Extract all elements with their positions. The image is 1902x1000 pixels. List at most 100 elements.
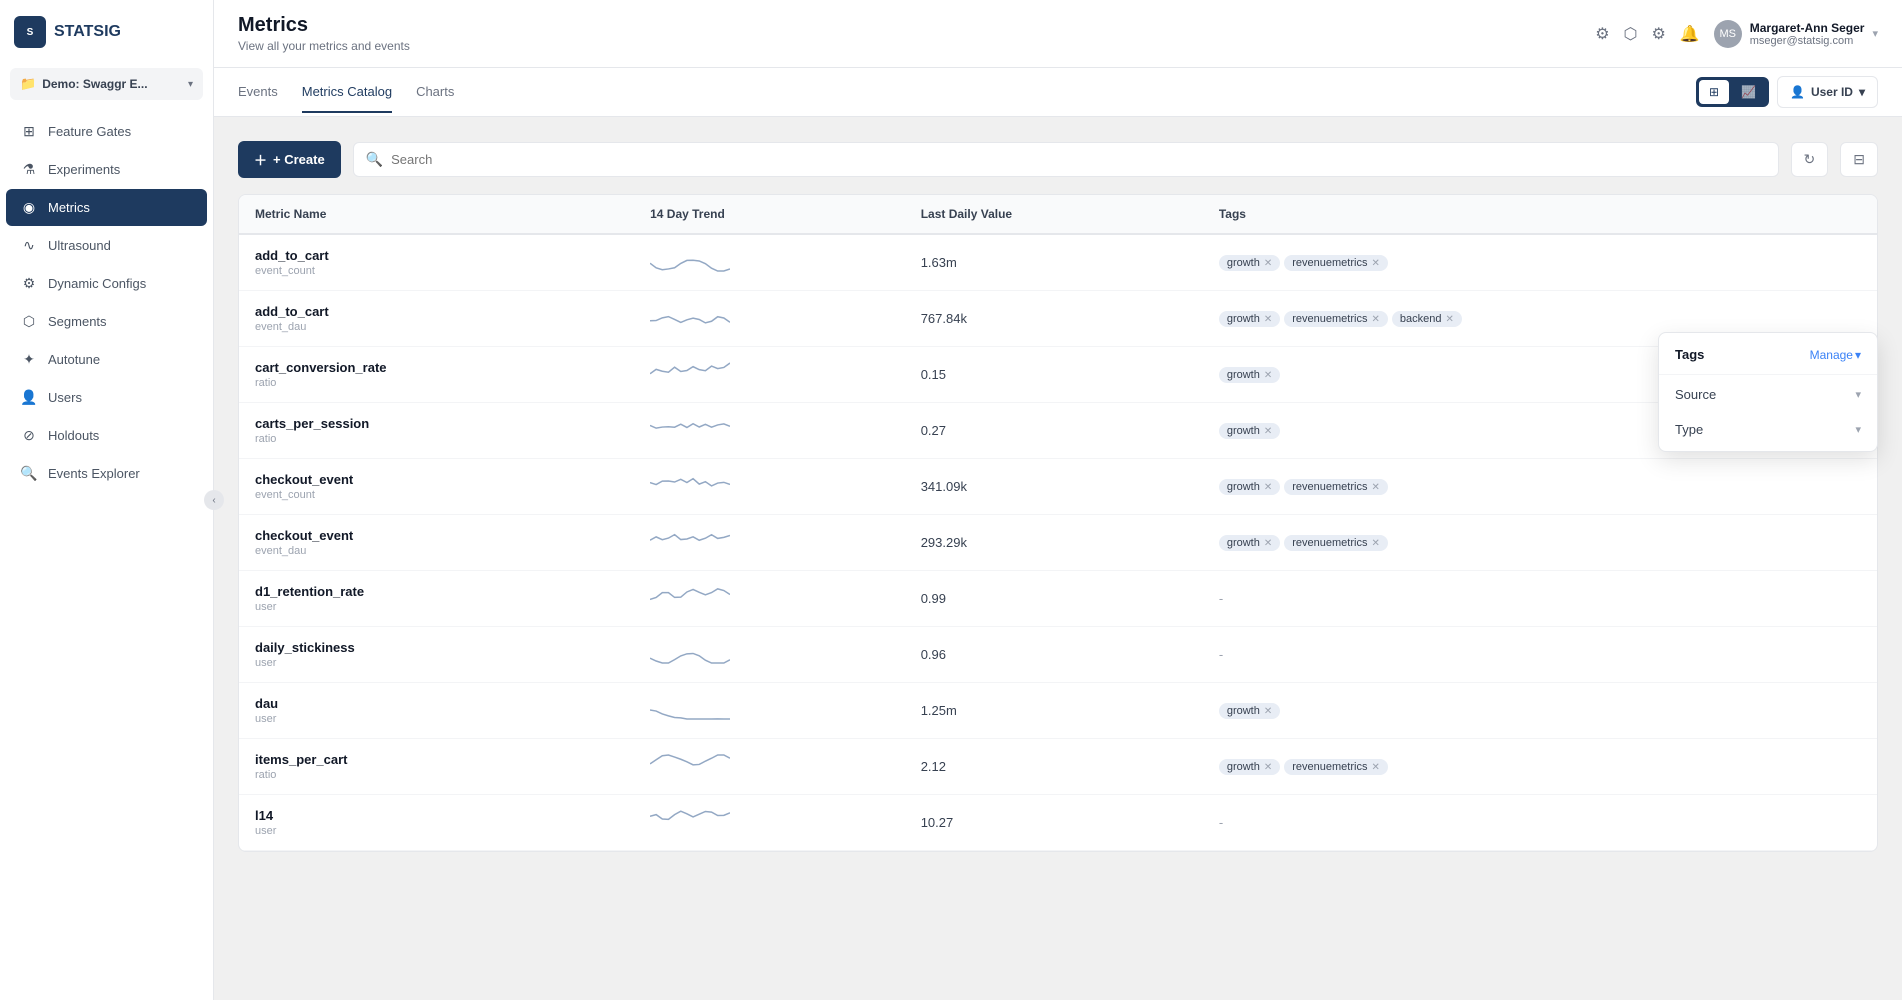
refresh-button[interactable]: ↻ bbox=[1791, 142, 1829, 177]
sidebar-item-metrics[interactable]: ◉ Metrics bbox=[6, 189, 207, 226]
tag-remove-icon[interactable]: ✕ bbox=[1264, 258, 1272, 269]
dropdown-item-source[interactable]: Source ▾ bbox=[1659, 377, 1877, 412]
col-metric-name[interactable]: Metric Name bbox=[239, 195, 634, 234]
metric-name: checkout_event bbox=[255, 528, 618, 543]
metric-value: 0.15 bbox=[905, 347, 1203, 403]
metric-sub: ratio bbox=[255, 769, 618, 781]
table-row[interactable]: checkout_eventevent_dau293.29kgrowth ✕re… bbox=[239, 515, 1877, 571]
user-name: Margaret-Ann Seger bbox=[1750, 21, 1865, 35]
metric-value: 293.29k bbox=[905, 515, 1203, 571]
sidebar-label-feature-gates: Feature Gates bbox=[48, 124, 131, 139]
sidebar-item-experiments[interactable]: ⚗ Experiments bbox=[6, 151, 207, 188]
table-row[interactable]: l14user10.27- bbox=[239, 795, 1877, 851]
tag: growth ✕ bbox=[1219, 479, 1280, 495]
metric-tags: - bbox=[1203, 571, 1877, 627]
metric-trend bbox=[634, 627, 905, 683]
sparkline-svg bbox=[650, 527, 730, 555]
table-row[interactable]: items_per_cartratio2.12growth ✕revenueme… bbox=[239, 739, 1877, 795]
metric-sub: user bbox=[255, 713, 618, 725]
metric-tags: growth ✕revenuemetrics ✕ bbox=[1203, 515, 1877, 571]
share-icon[interactable]: ⬡ bbox=[1624, 24, 1638, 44]
search-input[interactable] bbox=[391, 152, 1765, 167]
metric-sub: user bbox=[255, 657, 618, 669]
sidebar-label-dynamic-configs: Dynamic Configs bbox=[48, 276, 146, 291]
metric-trend bbox=[634, 571, 905, 627]
tag-remove-icon[interactable]: ✕ bbox=[1371, 314, 1379, 325]
tag-remove-icon[interactable]: ✕ bbox=[1264, 706, 1272, 717]
sidebar-item-users[interactable]: 👤 Users bbox=[6, 379, 207, 416]
tab-metrics-catalog[interactable]: Metrics Catalog bbox=[302, 72, 392, 113]
tag-remove-icon[interactable]: ✕ bbox=[1264, 314, 1272, 325]
table-row[interactable]: d1_retention_rateuser0.99- bbox=[239, 571, 1877, 627]
holdouts-icon: ⊘ bbox=[20, 427, 38, 444]
col-trend: 14 Day Trend bbox=[634, 195, 905, 234]
table-row[interactable]: daily_stickinessuser0.96- bbox=[239, 627, 1877, 683]
tag-remove-icon[interactable]: ✕ bbox=[1445, 314, 1453, 325]
sidebar-item-holdouts[interactable]: ⊘ Holdouts bbox=[6, 417, 207, 454]
tag-remove-icon[interactable]: ✕ bbox=[1264, 538, 1272, 549]
user-details: Margaret-Ann Seger mseger@statsig.com bbox=[1750, 21, 1865, 47]
metric-trend bbox=[634, 234, 905, 291]
autotune-icon: ✦ bbox=[20, 351, 38, 368]
manage-link[interactable]: Manage ▾ bbox=[1810, 348, 1861, 362]
user-info[interactable]: MS Margaret-Ann Seger mseger@statsig.com… bbox=[1714, 20, 1878, 48]
metric-tags: growth ✕ bbox=[1203, 683, 1877, 739]
sidebar-label-segments: Segments bbox=[48, 314, 107, 329]
userid-button[interactable]: 👤 User ID ▾ bbox=[1777, 76, 1878, 108]
metric-name: items_per_cart bbox=[255, 752, 618, 767]
filter-button[interactable]: ⊟ bbox=[1840, 142, 1878, 177]
userid-label: User ID bbox=[1811, 85, 1853, 99]
tab-events[interactable]: Events bbox=[238, 72, 278, 113]
settings-icon[interactable]: ⚙ bbox=[1595, 24, 1609, 44]
dropdown-item-type[interactable]: Type ▾ bbox=[1659, 412, 1877, 447]
table-row[interactable]: add_to_cartevent_dau767.84kgrowth ✕reven… bbox=[239, 291, 1877, 347]
tag: growth ✕ bbox=[1219, 367, 1280, 383]
sidebar-collapse-button[interactable]: ‹ bbox=[204, 490, 224, 510]
grid-view-button[interactable]: ⊞ bbox=[1699, 80, 1729, 104]
create-plus-icon: ＋ bbox=[254, 150, 267, 169]
tag-remove-icon[interactable]: ✕ bbox=[1264, 426, 1272, 437]
metric-sub: ratio bbox=[255, 377, 618, 389]
settings2-icon[interactable]: ⚙ bbox=[1652, 24, 1666, 44]
tag-remove-icon[interactable]: ✕ bbox=[1264, 370, 1272, 381]
tag-remove-icon[interactable]: ✕ bbox=[1371, 258, 1379, 269]
tag-remove-icon[interactable]: ✕ bbox=[1371, 762, 1379, 773]
metric-name: add_to_cart bbox=[255, 304, 618, 319]
toolbar: ＋ + Create 🔍 ↻ ⊟ bbox=[238, 141, 1878, 178]
bell-icon[interactable]: 🔔 bbox=[1680, 24, 1700, 44]
dropdown-header-tags: Tags Manage ▾ bbox=[1659, 337, 1877, 372]
table-row[interactable]: cart_conversion_rateratio0.15growth ✕ bbox=[239, 347, 1877, 403]
sidebar-item-autotune[interactable]: ✦ Autotune bbox=[6, 341, 207, 378]
metric-value: 341.09k bbox=[905, 459, 1203, 515]
tag-remove-icon[interactable]: ✕ bbox=[1264, 482, 1272, 493]
workspace-selector[interactable]: 📁 Demo: Swaggr E... ▾ bbox=[10, 68, 203, 100]
statsig-logo-text: STATSIG bbox=[54, 23, 121, 41]
tab-charts[interactable]: Charts bbox=[416, 72, 454, 113]
page-subtitle: View all your metrics and events bbox=[238, 39, 410, 53]
tag-remove-icon[interactable]: ✕ bbox=[1371, 538, 1379, 549]
sidebar-item-dynamic-configs[interactable]: ⚙ Dynamic Configs bbox=[6, 265, 207, 302]
metric-sub: user bbox=[255, 825, 618, 837]
table-row[interactable]: checkout_eventevent_count341.09kgrowth ✕… bbox=[239, 459, 1877, 515]
table-row[interactable]: dauuser1.25mgrowth ✕ bbox=[239, 683, 1877, 739]
metric-name: add_to_cart bbox=[255, 248, 618, 263]
content-area: ＋ + Create 🔍 ↻ ⊟ Metric Name 14 Day Tren… bbox=[214, 117, 1902, 1000]
metric-name: l14 bbox=[255, 808, 618, 823]
table-row[interactable]: add_to_cartevent_count1.63mgrowth ✕reven… bbox=[239, 234, 1877, 291]
sidebar-item-feature-gates[interactable]: ⊞ Feature Gates bbox=[6, 113, 207, 150]
metrics-table: Metric Name 14 Day Trend Last Daily Valu… bbox=[238, 194, 1878, 852]
sparkline-svg bbox=[650, 807, 730, 835]
tag: growth ✕ bbox=[1219, 255, 1280, 271]
table-row[interactable]: carts_per_sessionratio0.27growth ✕ bbox=[239, 403, 1877, 459]
metric-name: daily_stickiness bbox=[255, 640, 618, 655]
workspace-name: Demo: Swaggr E... bbox=[42, 77, 147, 91]
tag-remove-icon[interactable]: ✕ bbox=[1371, 482, 1379, 493]
tag: revenuemetrics ✕ bbox=[1284, 255, 1388, 271]
sidebar-item-ultrasound[interactable]: ∿ Ultrasound bbox=[6, 227, 207, 264]
metric-tags: growth ✕revenuemetrics ✕ bbox=[1203, 459, 1877, 515]
chart-view-button[interactable]: 📈 bbox=[1731, 80, 1766, 104]
create-button[interactable]: ＋ + Create bbox=[238, 141, 341, 178]
tag-remove-icon[interactable]: ✕ bbox=[1264, 762, 1272, 773]
sidebar-item-events-explorer[interactable]: 🔍 Events Explorer bbox=[6, 455, 207, 492]
sidebar-item-segments[interactable]: ⬡ Segments bbox=[6, 303, 207, 340]
